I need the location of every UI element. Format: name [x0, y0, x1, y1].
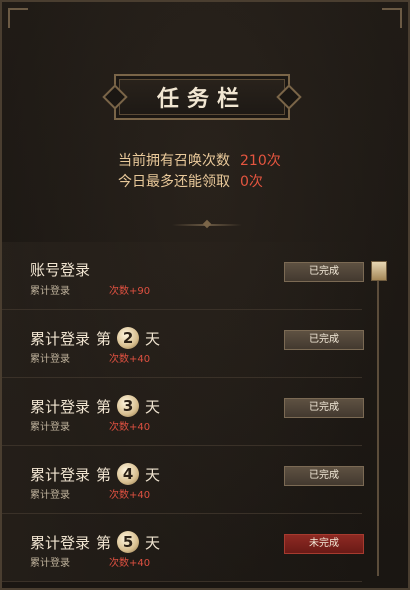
task-subtitle: 累计登录 [30, 558, 70, 569]
day-suffix: 天 [145, 465, 161, 484]
task-title-text: 累计登录 [30, 329, 91, 348]
day-suffix: 天 [145, 397, 161, 416]
scrollbar-track[interactable] [377, 264, 379, 576]
task-reward: 次数+40 [109, 558, 151, 569]
status-button[interactable]: 已完成 [284, 262, 364, 282]
day-number-badge: 3 [117, 395, 140, 417]
corner-ornament-left [8, 8, 28, 28]
day-prefix: 第 [96, 329, 112, 348]
task-title: 累计登录 第 2 天 [30, 327, 160, 349]
remaining-claims-value: 0次 [240, 174, 263, 190]
day-prefix: 第 [96, 533, 112, 552]
status-button[interactable]: 已完成 [284, 466, 364, 486]
task-title-text: 账号登录 [30, 261, 91, 279]
remaining-claims-label: 今日最多还能领取 [118, 174, 230, 190]
status-button[interactable]: 未完成 [284, 534, 364, 554]
task-panel: 任务栏 当前拥有召唤次数 210次 今日最多还能领取 0次 账号登录 累计登录 … [0, 0, 410, 590]
task-row-day-2: 累计登录 第 2 天 累计登录 次数+40 已完成 [2, 310, 364, 378]
corner-ornament-right [382, 8, 402, 28]
task-reward: 次数+40 [109, 490, 151, 501]
owned-summons-line: 当前拥有召唤次数 210次 [2, 151, 408, 172]
day-number-badge: 5 [117, 531, 140, 553]
task-reward: 次数+90 [109, 286, 151, 297]
status-button[interactable]: 已完成 [284, 330, 364, 350]
day-suffix: 天 [145, 533, 161, 552]
day-number-badge: 2 [117, 327, 140, 349]
summons-stats: 当前拥有召唤次数 210次 今日最多还能领取 0次 [2, 151, 408, 193]
task-row-account-login: 账号登录 累计登录 次数+90 已完成 [2, 242, 364, 310]
task-title: 累计登录 第 4 天 [30, 463, 160, 485]
day-number-badge: 4 [117, 463, 140, 485]
task-row-day-4: 累计登录 第 4 天 累计登录 次数+40 已完成 [2, 446, 364, 514]
owned-summons-label: 当前拥有召唤次数 [118, 153, 230, 169]
status-button[interactable]: 已完成 [284, 398, 364, 418]
remaining-claims-line: 今日最多还能领取 0次 [2, 172, 408, 193]
scrollbar-thumb-icon[interactable] [371, 261, 387, 281]
task-list[interactable]: 账号登录 累计登录 次数+90 已完成 累计登录 第 2 天 累计登录 次数+4… [2, 242, 364, 582]
day-prefix: 第 [96, 465, 112, 484]
task-title: 累计登录 第 5 天 [30, 531, 160, 553]
divider-diamond-icon [202, 219, 212, 229]
task-subtitle: 累计登录 [30, 422, 70, 433]
task-subtitle: 累计登录 [30, 286, 70, 297]
task-title: 账号登录 [30, 259, 90, 280]
task-title-text: 累计登录 [30, 533, 91, 552]
day-suffix: 天 [145, 329, 161, 348]
task-title: 累计登录 第 3 天 [30, 395, 160, 417]
owned-summons-value: 210次 [240, 153, 281, 169]
task-reward: 次数+40 [109, 354, 151, 365]
task-reward: 次数+40 [109, 422, 151, 433]
task-subtitle: 累计登录 [30, 354, 70, 365]
day-prefix: 第 [96, 397, 112, 416]
task-title-text: 累计登录 [30, 397, 91, 416]
task-title-text: 累计登录 [30, 465, 91, 484]
task-subtitle: 累计登录 [30, 490, 70, 501]
task-row-day-3: 累计登录 第 3 天 累计登录 次数+40 已完成 [2, 378, 364, 446]
page-title: 任务栏 [156, 87, 247, 112]
task-row-day-5: 累计登录 第 5 天 累计登录 次数+40 未完成 [2, 514, 364, 582]
title-plate: 任务栏 [114, 74, 290, 120]
